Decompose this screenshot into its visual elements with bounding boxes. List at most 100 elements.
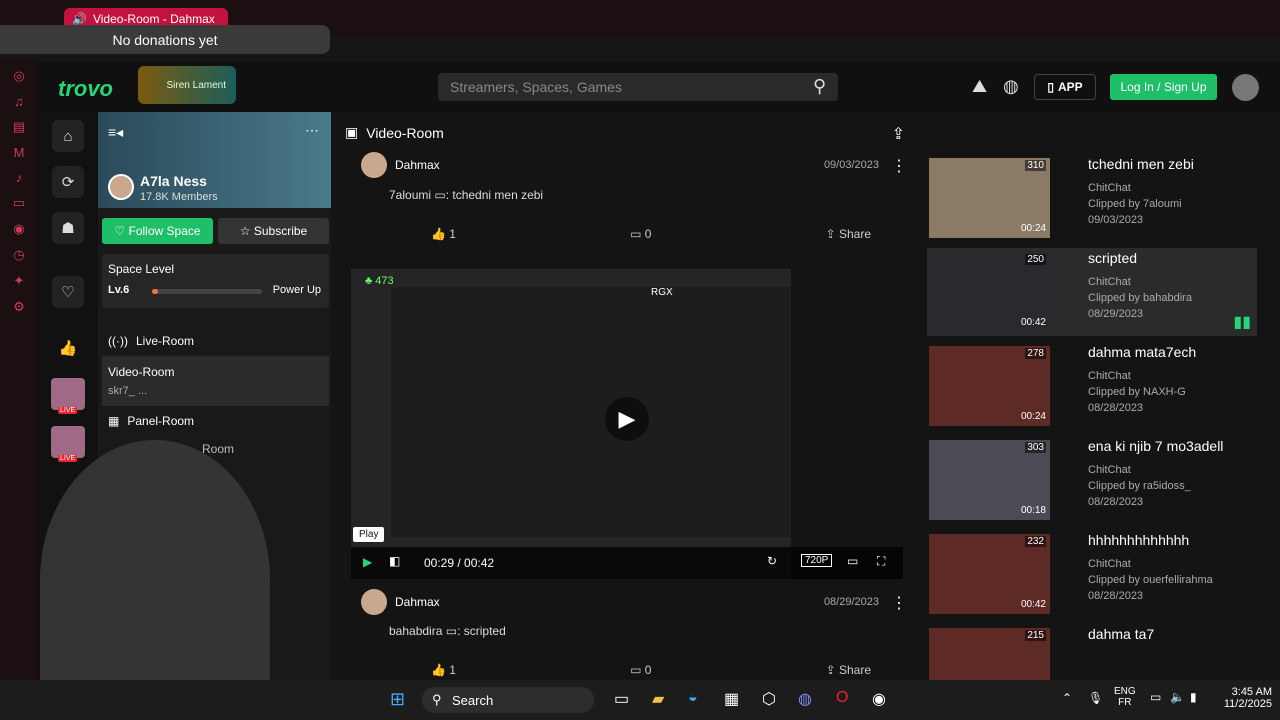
- clip-thumbnail: 232 00:42: [929, 534, 1050, 614]
- room-panel[interactable]: ▦ Panel-Room: [102, 408, 329, 434]
- clip-item[interactable]: 250 00:42 scripted ChitChat Clipped by bahab…: [927, 248, 1257, 336]
- messenger-icon[interactable]: ◎: [13, 68, 24, 84]
- clip-item[interactable]: 303 00:18 ena ki njib 7 mo3adell ChitChat Cl…: [927, 436, 1257, 524]
- share-button[interactable]: ⇪ Share: [826, 227, 871, 241]
- clip-thumbnail: 310 00:24: [929, 158, 1050, 238]
- login-button[interactable]: Log In / Sign Up: [1110, 74, 1217, 100]
- post-menu-icon[interactable]: ⋮: [891, 156, 907, 176]
- task-view-icon[interactable]: ▭: [614, 689, 629, 709]
- explore-icon[interactable]: ⟳: [52, 166, 84, 198]
- edge-icon[interactable]: ◒: [688, 689, 698, 707]
- fullscreen-icon[interactable]: ⛶: [877, 554, 885, 569]
- taskbar: ⊞ ⚲ Search ▭ ▰ ◒ ▦ ⬡ ◍ O ◉ ⌃ 🎙 ENG FR ▭ 🔈 …: [0, 680, 1280, 720]
- page-title: ▣ Video-Room: [345, 124, 444, 141]
- view-count: ♣ 473: [365, 275, 394, 287]
- clip-item[interactable]: 215 dahma ta7: [927, 624, 1257, 680]
- post-menu-icon[interactable]: ⋮: [891, 593, 907, 613]
- search-input[interactable]: Streamers, Spaces, Games: [438, 73, 838, 101]
- player-controls: ▶ ◧ 00:29 / 00:42 ↻ 720P ▭ ⛶: [351, 547, 903, 579]
- subscribe-button[interactable]: ☆ Subscribe: [218, 218, 329, 244]
- site-header: trovo Siren Lament Streamers, Spaces, Ga…: [38, 62, 1280, 112]
- user-avatar[interactable]: [1232, 74, 1259, 101]
- live-badge: LIVE: [58, 455, 78, 462]
- mail-icon[interactable]: M: [14, 145, 25, 160]
- collapse-menu-icon[interactable]: ≡◂: [108, 124, 123, 141]
- history-icon[interactable]: ◷: [13, 247, 24, 263]
- tiktok-icon[interactable]: ♪: [16, 170, 23, 185]
- broadcast-icon: ((·)): [108, 334, 128, 348]
- pip-icon[interactable]: ▭: [847, 554, 858, 568]
- app-button[interactable]: ▯ APP: [1034, 74, 1096, 100]
- battery-icon[interactable]: ▮: [1190, 690, 1197, 704]
- map-icon[interactable]: ⛰: [972, 76, 987, 97]
- app-icon[interactable]: ⬡: [762, 689, 776, 709]
- room-live[interactable]: ((·)) Live-Room: [102, 328, 329, 354]
- clip-item[interactable]: 278 00:24 dahma mata7ech ChitChat Clipped by…: [927, 342, 1257, 430]
- trovo-logo[interactable]: trovo: [58, 76, 113, 102]
- comment-button[interactable]: ▭ 0: [630, 227, 651, 241]
- space-name[interactable]: A7la Ness: [140, 173, 207, 189]
- play-tooltip: Play: [353, 527, 385, 542]
- level-progress-fill: [152, 289, 158, 294]
- video-frame: [391, 287, 791, 537]
- video-icon[interactable]: ▤: [13, 119, 25, 135]
- event-badge[interactable]: Siren Lament: [138, 66, 236, 104]
- volume-icon[interactable]: ◧: [389, 554, 400, 568]
- share-button[interactable]: ⇪ Share: [826, 663, 871, 677]
- windows-start-icon[interactable]: ⊞: [390, 689, 405, 710]
- author-avatar[interactable]: [361, 152, 387, 178]
- profile-icon[interactable]: ☗: [52, 212, 84, 244]
- music-icon[interactable]: ♫: [14, 94, 24, 109]
- play-icon[interactable]: ▶: [363, 555, 372, 569]
- clip-link[interactable]: 7aloumi ▭: tchedni men zebi: [389, 188, 543, 202]
- clip-thumbnail: 215: [929, 628, 1050, 680]
- video-player[interactable]: ♣ 473 RGX ▶ ▶ ◧ 00:29 / 00:42 ↻ 720P ▭ ⛶…: [351, 269, 903, 579]
- follow-space-button[interactable]: ♡ Follow Space: [102, 218, 213, 244]
- twitch-icon[interactable]: ▭: [13, 195, 25, 211]
- clip-link[interactable]: bahabdira ▭: scripted: [389, 624, 506, 638]
- more-icon[interactable]: ⋯: [305, 122, 319, 139]
- mic-icon[interactable]: 🎙: [1088, 691, 1103, 705]
- replay-icon[interactable]: ↻: [767, 554, 777, 568]
- globe-icon[interactable]: ◍: [1003, 76, 1019, 97]
- like-button[interactable]: 👍 1: [431, 227, 456, 241]
- home-icon[interactable]: ⌂: [52, 120, 84, 152]
- share-icon[interactable]: ⇪: [892, 124, 905, 144]
- volume-icon[interactable]: 🔈: [1170, 690, 1185, 704]
- tray-chevron-icon[interactable]: ⌃: [1062, 691, 1072, 705]
- live-channel-thumb[interactable]: LIVE: [51, 426, 85, 462]
- discord-icon[interactable]: ◍: [798, 689, 812, 709]
- store-icon[interactable]: ▦: [724, 689, 739, 709]
- opera-icon[interactable]: O: [836, 689, 848, 707]
- author-avatar[interactable]: [361, 589, 387, 615]
- post-date: 08/29/2023: [823, 596, 879, 608]
- live-channel-thumb[interactable]: LIVE: [51, 378, 85, 414]
- room-video[interactable]: Video-Room skr7_ ...: [102, 356, 329, 406]
- power-up-link[interactable]: Power Up: [273, 284, 321, 296]
- taskbar-search[interactable]: ⚲ Search: [422, 687, 594, 713]
- post-actions: 👍 1 ▭ 0 ⇪ Share: [431, 227, 871, 241]
- play-overlay-icon[interactable]: ▶: [605, 397, 649, 441]
- clip-list: 310 00:24 tchedni men zebi ChitChat Clipped …: [923, 112, 1280, 680]
- player-icon[interactable]: ◉: [13, 221, 24, 237]
- video-room-feed: ▣ Video-Room ⇪ Dahmax 09/03/2023 ⋮ 7aloum…: [331, 112, 923, 680]
- settings-icon[interactable]: ⚙: [13, 299, 25, 315]
- speaker-icon: 🔊: [72, 12, 87, 26]
- network-icon[interactable]: ▭: [1150, 690, 1161, 704]
- obs-icon[interactable]: ◉: [872, 689, 886, 709]
- clip-item[interactable]: 232 00:42 hhhhhhhhhhhhh ChitChat Clipped by …: [927, 530, 1257, 618]
- thumbs-up-icon[interactable]: 👍: [52, 332, 84, 364]
- like-button[interactable]: 👍 1: [431, 663, 456, 677]
- comment-button[interactable]: ▭ 0: [630, 663, 651, 677]
- clip-item[interactable]: 310 00:24 tchedni men zebi ChitChat Clipped …: [927, 154, 1257, 242]
- file-explorer-icon[interactable]: ▰: [652, 689, 664, 709]
- quality-button[interactable]: 720P: [801, 554, 833, 567]
- space-avatar[interactable]: [108, 174, 134, 200]
- heart-icon[interactable]: ♡: [52, 276, 84, 308]
- system-clock[interactable]: 3:45 AM 11/2/2025: [1224, 686, 1272, 710]
- language-indicator[interactable]: ENG FR: [1114, 686, 1136, 708]
- live-badge: LIVE: [58, 407, 78, 414]
- extensions-icon[interactable]: ✦: [14, 273, 25, 289]
- search-icon[interactable]: ⚲: [813, 76, 826, 97]
- clip-thumbnail: 303 00:18: [929, 440, 1050, 520]
